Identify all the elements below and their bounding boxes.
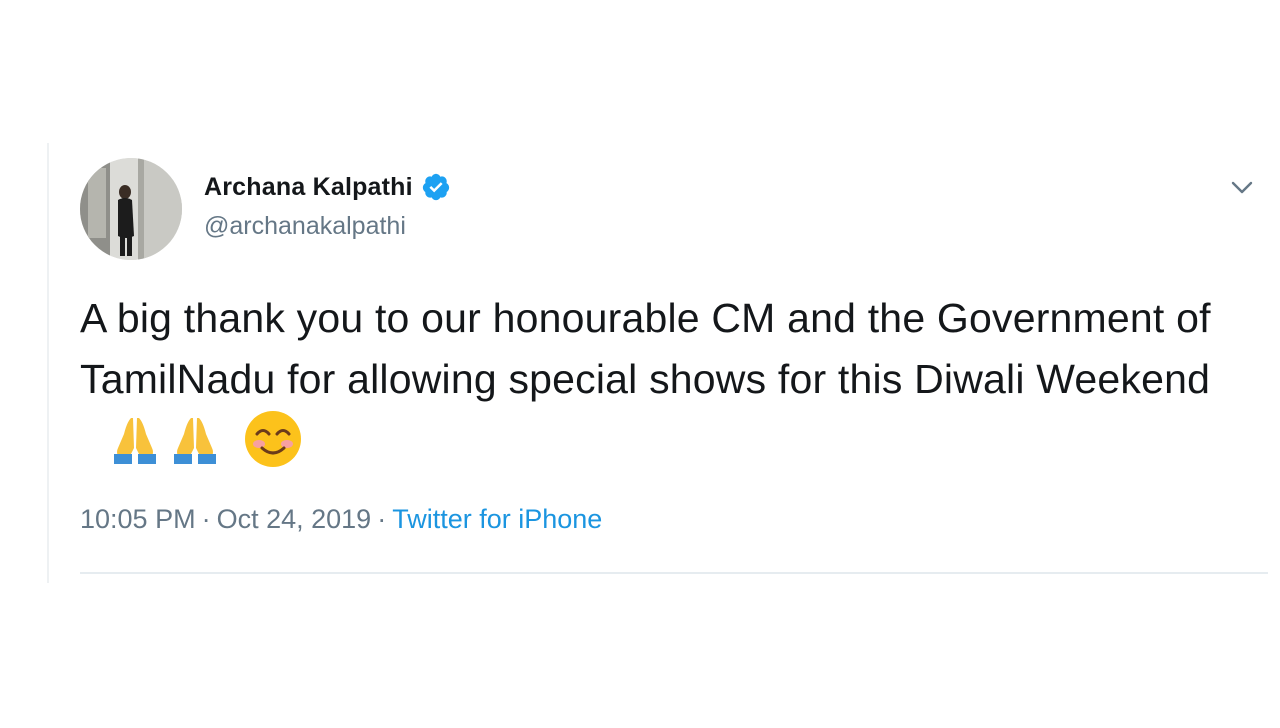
verified-badge-icon [421,172,451,202]
folded-hands-icon [106,410,164,468]
tweet-text: A big thank you to our honourable CM and… [80,288,1260,471]
divider [80,572,1268,574]
emoji-group [106,410,302,468]
meta-separator: · [201,504,211,534]
tweet-time[interactable]: 10:05 PM [80,504,196,534]
user-handle[interactable]: @archanakalpathi [204,212,451,241]
smiling-face-icon [244,410,302,468]
tweet-date[interactable]: Oct 24, 2019 [217,504,372,534]
folded-hands-icon [166,410,224,468]
avatar[interactable] [80,158,182,260]
meta-separator: · [377,504,387,534]
chevron-down-icon[interactable] [1229,174,1255,200]
name-row: Archana Kalpathi [204,172,451,202]
tweet-meta: 10:05 PM · Oct 24, 2019 · Twitter for iPhone [80,504,602,535]
display-name[interactable]: Archana Kalpathi [204,173,413,202]
timeline-border [47,143,49,583]
tweet-source-link[interactable]: Twitter for iPhone [392,504,602,534]
page: Archana Kalpathi @archanakalpathi A big … [0,0,1280,728]
author-block: Archana Kalpathi @archanakalpathi [204,172,451,241]
tweet-text-body: A big thank you to our honourable CM and… [80,295,1211,402]
